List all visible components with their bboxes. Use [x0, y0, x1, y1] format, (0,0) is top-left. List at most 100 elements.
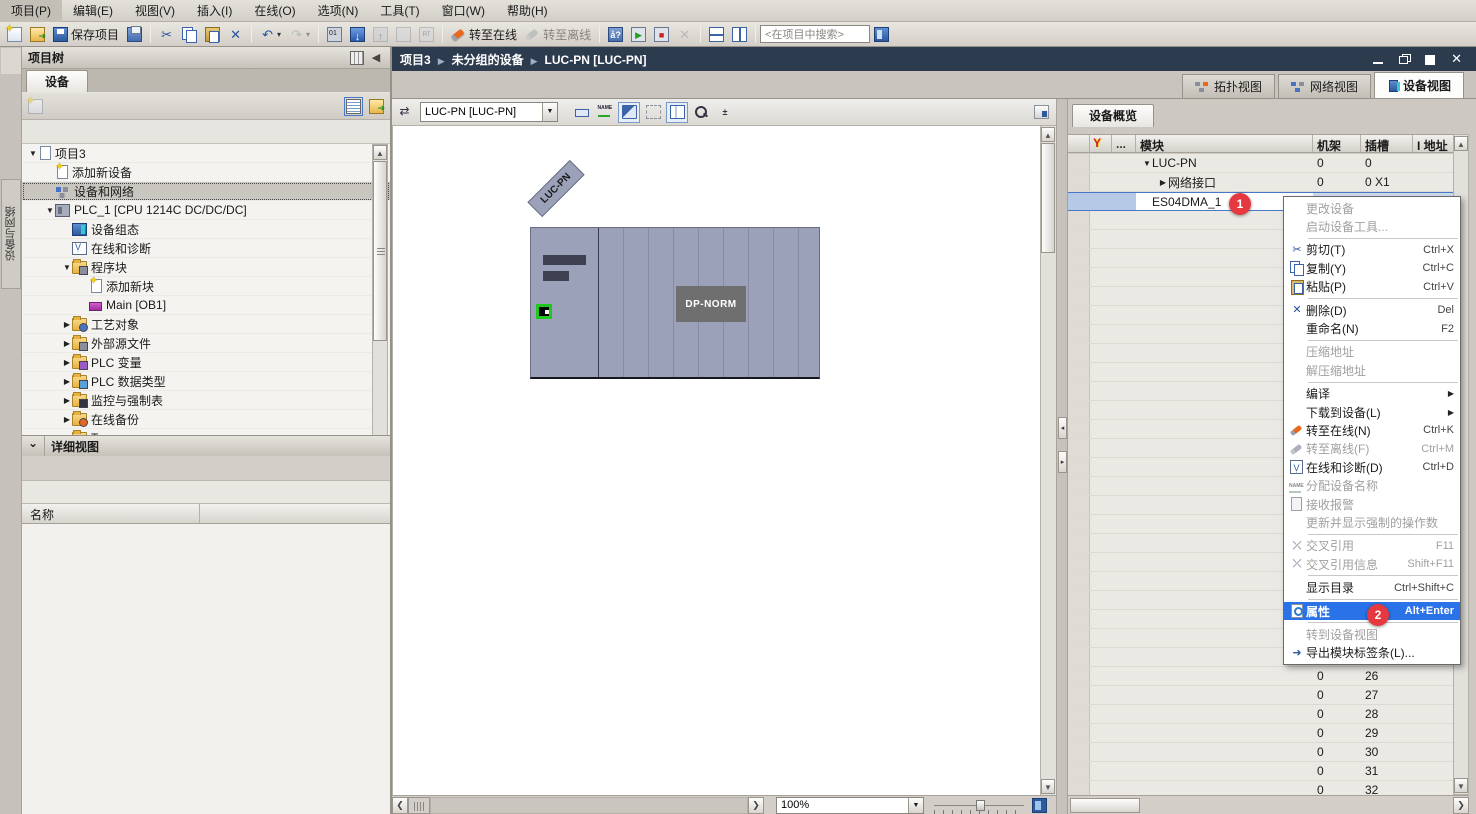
fit-view-icon[interactable] [1032, 798, 1047, 813]
expand-arrow-icon[interactable]: ▶ [62, 358, 72, 367]
column-module[interactable]: 模块 [1136, 135, 1313, 152]
tab-devices[interactable]: 设备 [26, 70, 88, 92]
row-gutter[interactable] [1068, 648, 1090, 666]
cell-rack[interactable]: 0 [1313, 686, 1361, 704]
collapse-left-icon[interactable]: ◂ [1058, 417, 1067, 439]
row-gutter[interactable] [1068, 686, 1090, 704]
overview-slot-row-30[interactable]: 030 [1068, 743, 1453, 762]
minimize-icon[interactable] [1373, 54, 1385, 64]
expand-overview-icon[interactable] [369, 99, 384, 114]
row-gutter[interactable] [1068, 781, 1090, 795]
compile-button[interactable] [323, 24, 346, 45]
menubar-item-0[interactable]: 项目(P) [0, 0, 62, 22]
row-gutter[interactable] [1068, 724, 1090, 742]
breadcrumb-item-1[interactable]: 未分组的设备 [452, 53, 524, 67]
row-gutter[interactable] [1068, 743, 1090, 761]
table-view-icon[interactable] [346, 99, 361, 114]
cell-module[interactable]: ▶网络接口 [1136, 173, 1313, 191]
split-editor-horizontal-button[interactable] [705, 24, 728, 45]
collapse-panel-icon[interactable]: ◀ [368, 51, 384, 65]
menubar-item-3[interactable]: 插入(I) [186, 0, 243, 22]
tree-item-1[interactable]: 添加新设备 [22, 163, 390, 182]
row-gutter[interactable] [1068, 211, 1090, 229]
start-cpu-button[interactable]: ▶ [627, 24, 650, 45]
row-gutter[interactable] [1068, 477, 1090, 495]
tree-item-0[interactable]: ▼项目3 [22, 144, 390, 163]
row-gutter[interactable] [1068, 344, 1090, 362]
cell-module[interactable] [1136, 781, 1313, 795]
view-tab-0[interactable]: 拓扑视图 [1182, 74, 1275, 98]
portal-view-button[interactable] [870, 24, 893, 45]
cross-reference-button[interactable]: ✕ [673, 24, 696, 45]
expand-arrow-icon[interactable]: ▶ [62, 377, 72, 386]
project-search-input[interactable] [760, 25, 870, 43]
cell-module[interactable] [1136, 705, 1313, 723]
row-gutter[interactable] [1068, 193, 1090, 210]
start-simulation-button[interactable] [392, 24, 415, 45]
add-device-icon[interactable] [28, 99, 43, 114]
tree-item-5[interactable]: 在线和诊断 [22, 239, 390, 258]
chevron-down-icon[interactable]: ▼ [542, 103, 557, 121]
open-project-button[interactable] [26, 24, 49, 45]
tree-item-9[interactable]: ▶工艺对象 [22, 315, 390, 334]
cell-rack[interactable]: 0 [1313, 724, 1361, 742]
stop-cpu-button[interactable]: ■ [650, 24, 673, 45]
maximize-icon[interactable] [1425, 54, 1437, 64]
zoom-value-input[interactable] [777, 799, 908, 811]
tree-item-7[interactable]: 添加新块 [22, 277, 390, 296]
row-gutter[interactable] [1068, 249, 1090, 267]
go-online-button[interactable]: 转至在线 [447, 24, 521, 45]
cell-rack[interactable]: 0 [1313, 667, 1361, 685]
chevron-down-icon[interactable]: ▾ [277, 30, 281, 39]
cell-module[interactable] [1136, 762, 1313, 780]
horizontal-scrollbar[interactable] [430, 797, 748, 814]
device-canvas[interactable]: LUC-PN DP-NORM ▲ ▼ [392, 126, 1056, 795]
zoom-options-icon[interactable]: ± [714, 102, 736, 123]
scroll-right-icon[interactable]: ❯ [1453, 797, 1469, 814]
row-gutter[interactable] [1068, 629, 1090, 647]
row-gutter[interactable] [1068, 762, 1090, 780]
zoom-combo[interactable]: ▼ [776, 797, 924, 814]
row-gutter[interactable] [1068, 401, 1090, 419]
detail-collapse-icon[interactable]: ⌄ [22, 436, 45, 456]
tab-device-overview[interactable]: 设备概览 [1072, 104, 1154, 127]
show-addresses-icon[interactable] [618, 102, 640, 123]
cell-slot[interactable]: 0 [1361, 154, 1413, 172]
overview-horizontal-scrollbar[interactable]: ❯ [1068, 795, 1469, 814]
device-graphic[interactable]: DP-NORM [530, 227, 820, 379]
start-runtime-button[interactable]: RT [415, 24, 438, 45]
row-gutter[interactable] [1068, 154, 1090, 172]
chevron-down-icon[interactable]: ▼ [908, 798, 923, 813]
cell-address[interactable] [1413, 173, 1453, 191]
cell-slot[interactable]: 28 [1361, 705, 1413, 723]
breadcrumb-item-2[interactable]: LUC-PN [LUC-PN] [545, 53, 647, 67]
close-icon[interactable]: ✕ [1451, 54, 1462, 64]
row-gutter[interactable] [1068, 534, 1090, 552]
ethernet-port-icon[interactable] [536, 304, 552, 319]
scroll-left-icon[interactable]: ❮ [392, 797, 408, 814]
context-menu-item-15[interactable]: 转至在线(N)Ctrl+K [1284, 421, 1460, 439]
context-menu-item-5[interactable]: 粘贴(P)Ctrl+V [1284, 278, 1460, 296]
cell-rack[interactable]: 0 [1313, 173, 1361, 191]
row-gutter[interactable] [1068, 325, 1090, 343]
tree-item-11[interactable]: ▶PLC 变量 [22, 353, 390, 372]
hardware-filter-icon[interactable]: Y [1093, 137, 1101, 150]
save-window-settings-icon[interactable] [1030, 102, 1052, 123]
breadcrumb-item-0[interactable]: 项目3 [400, 53, 431, 67]
delete-button[interactable]: ✕ [224, 24, 247, 45]
column-rack[interactable]: 机架 [1313, 135, 1361, 152]
scroll-up-icon[interactable]: ▲ [1454, 136, 1468, 151]
cell-rack[interactable]: 0 [1313, 781, 1361, 795]
row-gutter[interactable] [1068, 705, 1090, 723]
overview-slot-row-31[interactable]: 031 [1068, 762, 1453, 781]
scroll-up-icon[interactable]: ▲ [1041, 127, 1055, 142]
expand-arrow-icon[interactable]: ▶ [62, 396, 72, 405]
expand-arrow-icon[interactable]: ▼ [1142, 159, 1152, 168]
row-gutter[interactable] [1068, 553, 1090, 571]
chevron-down-icon[interactable]: ▾ [306, 30, 310, 39]
cell-address[interactable] [1413, 686, 1453, 704]
context-menu-item-4[interactable]: 复制(Y)Ctrl+C [1284, 259, 1460, 277]
device-selector[interactable]: ▼ [420, 102, 558, 122]
upload-from-device-button[interactable] [369, 24, 392, 45]
cell-slot[interactable]: 27 [1361, 686, 1413, 704]
